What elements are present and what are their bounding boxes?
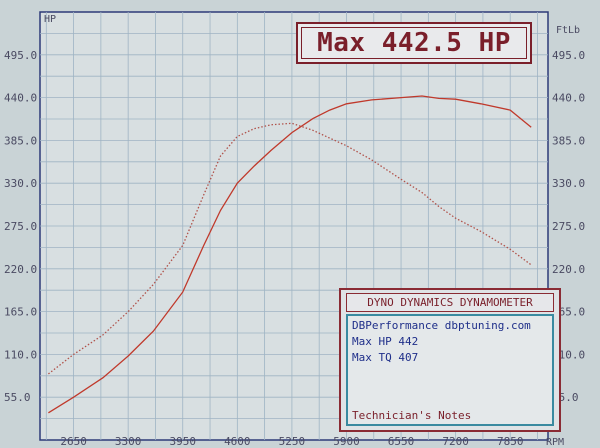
x-tick-label: 6550 — [388, 435, 415, 448]
y-tick-label: 330.0 — [4, 177, 37, 190]
info-max-hp: Max HP 442 — [352, 335, 419, 348]
y-tick-label: 220.0 — [4, 263, 37, 276]
x-tick-label: 3300 — [115, 435, 142, 448]
y-tick-label: 55.0 — [4, 391, 31, 404]
y-tick-label: 165.0 — [4, 306, 37, 319]
x-tick-label: 5900 — [333, 435, 360, 448]
dyno-chart: 55.0 110.0 165.0 220.0 275.0 330.0 385.0 440.0 4… — [0, 0, 600, 448]
x-tick-label: 3950 — [169, 435, 196, 448]
left-unit-label: HP — [44, 14, 56, 25]
x-tick-label: 4600 — [224, 435, 251, 448]
y-tick-label: 440.0 — [4, 92, 37, 105]
x-tick-label: 5250 — [279, 435, 306, 448]
right-tick-label: 440.0 — [552, 92, 585, 105]
right-unit-label: FtLb — [556, 25, 580, 36]
dyno-info-panel: DYNO DYNAMICS DYNAMOMETER DBPerformance … — [339, 288, 561, 432]
x-tick-label: 7200 — [442, 435, 469, 448]
info-shop-line: DBPerformance dbptuning.com — [352, 319, 531, 332]
right-tick-label: 275.0 — [552, 220, 585, 233]
y-tick-label: 495.0 — [4, 49, 37, 62]
x-tick-label: 7850 — [497, 435, 524, 448]
technician-notes: Technician's Notes — [352, 409, 472, 422]
y-tick-label: 110.0 — [4, 348, 37, 361]
y-tick-label: 275.0 — [4, 220, 37, 233]
y-tick-label: 385.0 — [4, 134, 37, 147]
right-tick-label: 385.0 — [552, 134, 585, 147]
info-max-tq: Max TQ 407 — [352, 351, 419, 364]
right-tick-label: 495.0 — [552, 49, 585, 62]
max-hp-title-box: Max 442.5 HP — [296, 22, 532, 64]
x-tick-label: 2650 — [60, 435, 87, 448]
info-header: DYNO DYNAMICS DYNAMOMETER — [346, 293, 554, 312]
chart-title: Max 442.5 HP — [317, 28, 511, 58]
right-tick-label: 220.0 — [552, 263, 585, 276]
x-unit-label: RPM — [546, 437, 564, 448]
right-tick-label: 330.0 — [552, 177, 585, 190]
info-body: DBPerformance dbptuning.com Max HP 442 M… — [346, 314, 554, 426]
